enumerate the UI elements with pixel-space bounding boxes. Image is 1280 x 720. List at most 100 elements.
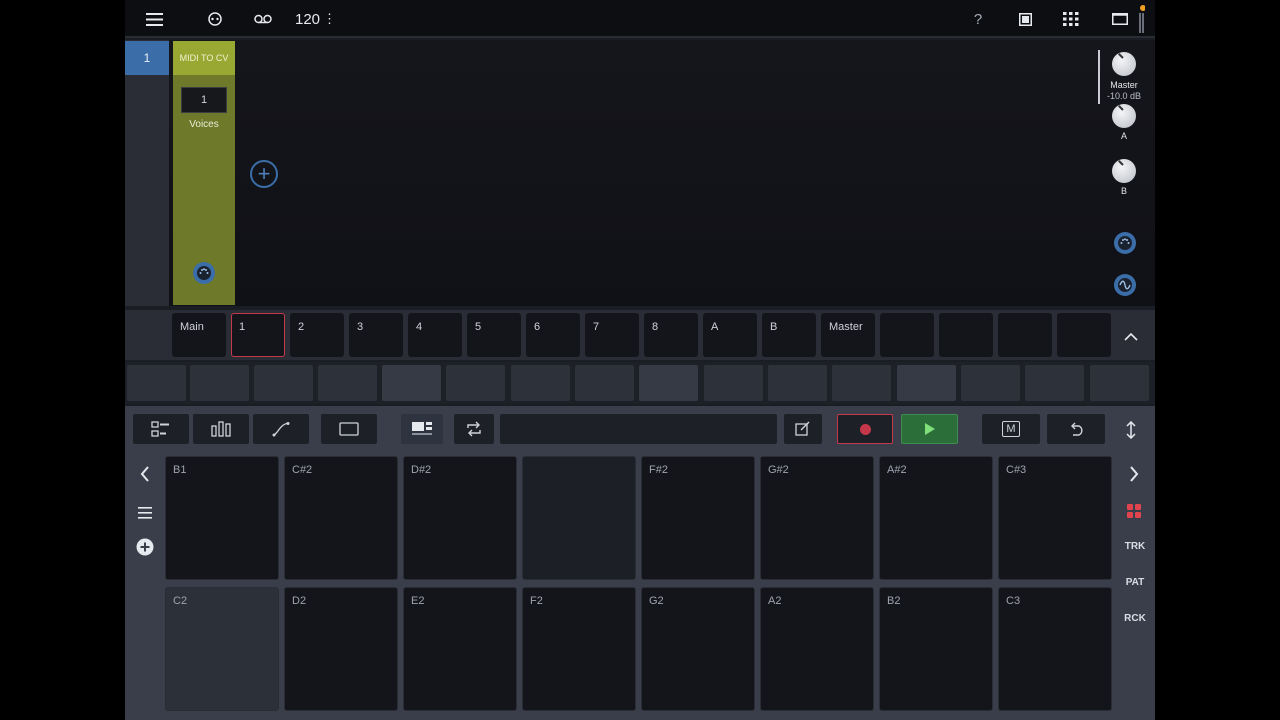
tape-icon[interactable]	[252, 0, 274, 38]
pad[interactable]	[522, 456, 636, 580]
performance-panel: M TRK PAT RCK B1 C#2 D#2 F#2 G#2 A#2 C#3…	[125, 406, 1155, 720]
clip-cell[interactable]	[254, 365, 313, 401]
pad[interactable]: C#3	[998, 456, 1112, 580]
tab-5[interactable]: 5	[467, 313, 521, 357]
pad[interactable]: C3	[998, 587, 1112, 711]
voices-label: Voices	[189, 119, 219, 130]
tab-empty[interactable]	[998, 313, 1052, 357]
voices-field[interactable]: 1	[181, 87, 227, 113]
channel-number[interactable]: 1	[125, 41, 169, 75]
clip-cell[interactable]	[1090, 365, 1149, 401]
play-icon	[924, 423, 935, 435]
plus-icon[interactable]	[135, 537, 155, 557]
link-icon[interactable]	[205, 0, 225, 38]
tab-6[interactable]: 6	[526, 313, 580, 357]
tab-a[interactable]: A	[703, 313, 757, 357]
pad[interactable]: F2	[522, 587, 636, 711]
tab-1[interactable]: 1	[231, 313, 285, 357]
pad[interactable]: C2	[165, 587, 279, 711]
pad[interactable]: A#2	[879, 456, 993, 580]
clip-cell[interactable]	[1025, 365, 1084, 401]
midi-to-cv-device[interactable]: MIDI TO CV 1 Voices	[173, 41, 235, 305]
pad[interactable]: E2	[403, 587, 517, 711]
clip-cell[interactable]	[511, 365, 570, 401]
app-window: 120 ⋮ ? 1 MIDI TO CV 1 Voices + Master -…	[125, 0, 1155, 720]
expand-vertical-icon[interactable]	[1119, 420, 1143, 440]
tempo-display[interactable]: 120 ⋮	[295, 0, 337, 38]
mixer-icon[interactable]	[193, 414, 249, 444]
pad[interactable]: B1	[165, 456, 279, 580]
midi-port-icon[interactable]	[1114, 232, 1136, 254]
level-meter-icon[interactable]	[1136, 0, 1146, 38]
tab-empty[interactable]	[939, 313, 993, 357]
pad[interactable]: B2	[879, 587, 993, 711]
window-icon[interactable]	[1015, 0, 1035, 38]
layout-icon[interactable]	[1109, 0, 1131, 38]
pad[interactable]: D#2	[403, 456, 517, 580]
help-button[interactable]: ?	[968, 0, 988, 38]
record-button[interactable]	[837, 414, 893, 444]
chevron-up-icon[interactable]	[1117, 325, 1145, 347]
pads-icon[interactable]	[1124, 502, 1144, 520]
tab-4[interactable]: 4	[408, 313, 462, 357]
metronome-label: M	[1002, 421, 1020, 437]
pattern-name-field[interactable]	[500, 414, 777, 444]
chevron-left-icon[interactable]	[135, 464, 155, 484]
tab-master[interactable]: Master	[821, 313, 875, 357]
list-icon[interactable]	[135, 504, 155, 522]
grid-icon[interactable]	[1061, 0, 1081, 38]
undo-icon[interactable]	[1047, 414, 1105, 444]
keyboard-icon[interactable]	[401, 414, 443, 444]
clip-cell-strip	[125, 362, 1155, 404]
pad[interactable]: A2	[760, 587, 874, 711]
clip-cell[interactable]	[127, 365, 186, 401]
tab-2[interactable]: 2	[290, 313, 344, 357]
record-icon	[859, 423, 871, 435]
tab-3[interactable]: 3	[349, 313, 403, 357]
pad[interactable]: D2	[284, 587, 398, 711]
tempo-more-icon: ⋮	[323, 11, 337, 26]
tab-7[interactable]: 7	[585, 313, 639, 357]
clip-cell[interactable]	[190, 365, 249, 401]
clip-cell[interactable]	[382, 365, 441, 401]
clip-cell[interactable]	[575, 365, 634, 401]
pad[interactable]: C#2	[284, 456, 398, 580]
hamburger-icon[interactable]	[143, 0, 165, 38]
add-device-button[interactable]: +	[250, 160, 278, 188]
clip-cell[interactable]	[897, 365, 956, 401]
clip-cell[interactable]	[832, 365, 891, 401]
automation-icon[interactable]	[253, 414, 309, 444]
pad[interactable]: G2	[641, 587, 755, 711]
rck-button[interactable]: RCK	[1115, 613, 1155, 624]
tab-empty[interactable]	[880, 313, 934, 357]
tempo-value: 120	[295, 10, 321, 28]
midi-port-icon[interactable]	[193, 262, 215, 284]
clip-cell[interactable]	[318, 365, 377, 401]
metronome-button[interactable]: M	[982, 414, 1040, 444]
tab-empty[interactable]	[1057, 313, 1111, 357]
edit-icon[interactable]	[784, 414, 822, 444]
send-b-knob[interactable]	[1112, 159, 1136, 183]
tab-b[interactable]: B	[762, 313, 816, 357]
send-a-knob[interactable]	[1112, 104, 1136, 128]
clip-cell[interactable]	[639, 365, 698, 401]
clip-cell[interactable]	[704, 365, 763, 401]
trk-button[interactable]: TRK	[1115, 541, 1155, 552]
master-knob[interactable]	[1112, 52, 1136, 76]
channel-column: 1	[125, 40, 169, 306]
pat-button[interactable]: PAT	[1115, 577, 1155, 588]
pad[interactable]: G#2	[760, 456, 874, 580]
wave-icon[interactable]	[1114, 274, 1136, 296]
rectangle-icon[interactable]	[321, 414, 377, 444]
clip-cell[interactable]	[961, 365, 1020, 401]
step-sequencer-icon[interactable]	[133, 414, 189, 444]
tab-8[interactable]: 8	[644, 313, 698, 357]
clip-cell[interactable]	[768, 365, 827, 401]
loop-icon[interactable]	[454, 414, 494, 444]
rack-area: 1 MIDI TO CV 1 Voices + Master -10.0 dB …	[125, 40, 1155, 306]
tab-main[interactable]: Main	[172, 313, 226, 357]
clip-cell[interactable]	[446, 365, 505, 401]
play-button[interactable]	[901, 414, 958, 444]
pad[interactable]: F#2	[641, 456, 755, 580]
chevron-right-icon[interactable]	[1124, 464, 1144, 484]
